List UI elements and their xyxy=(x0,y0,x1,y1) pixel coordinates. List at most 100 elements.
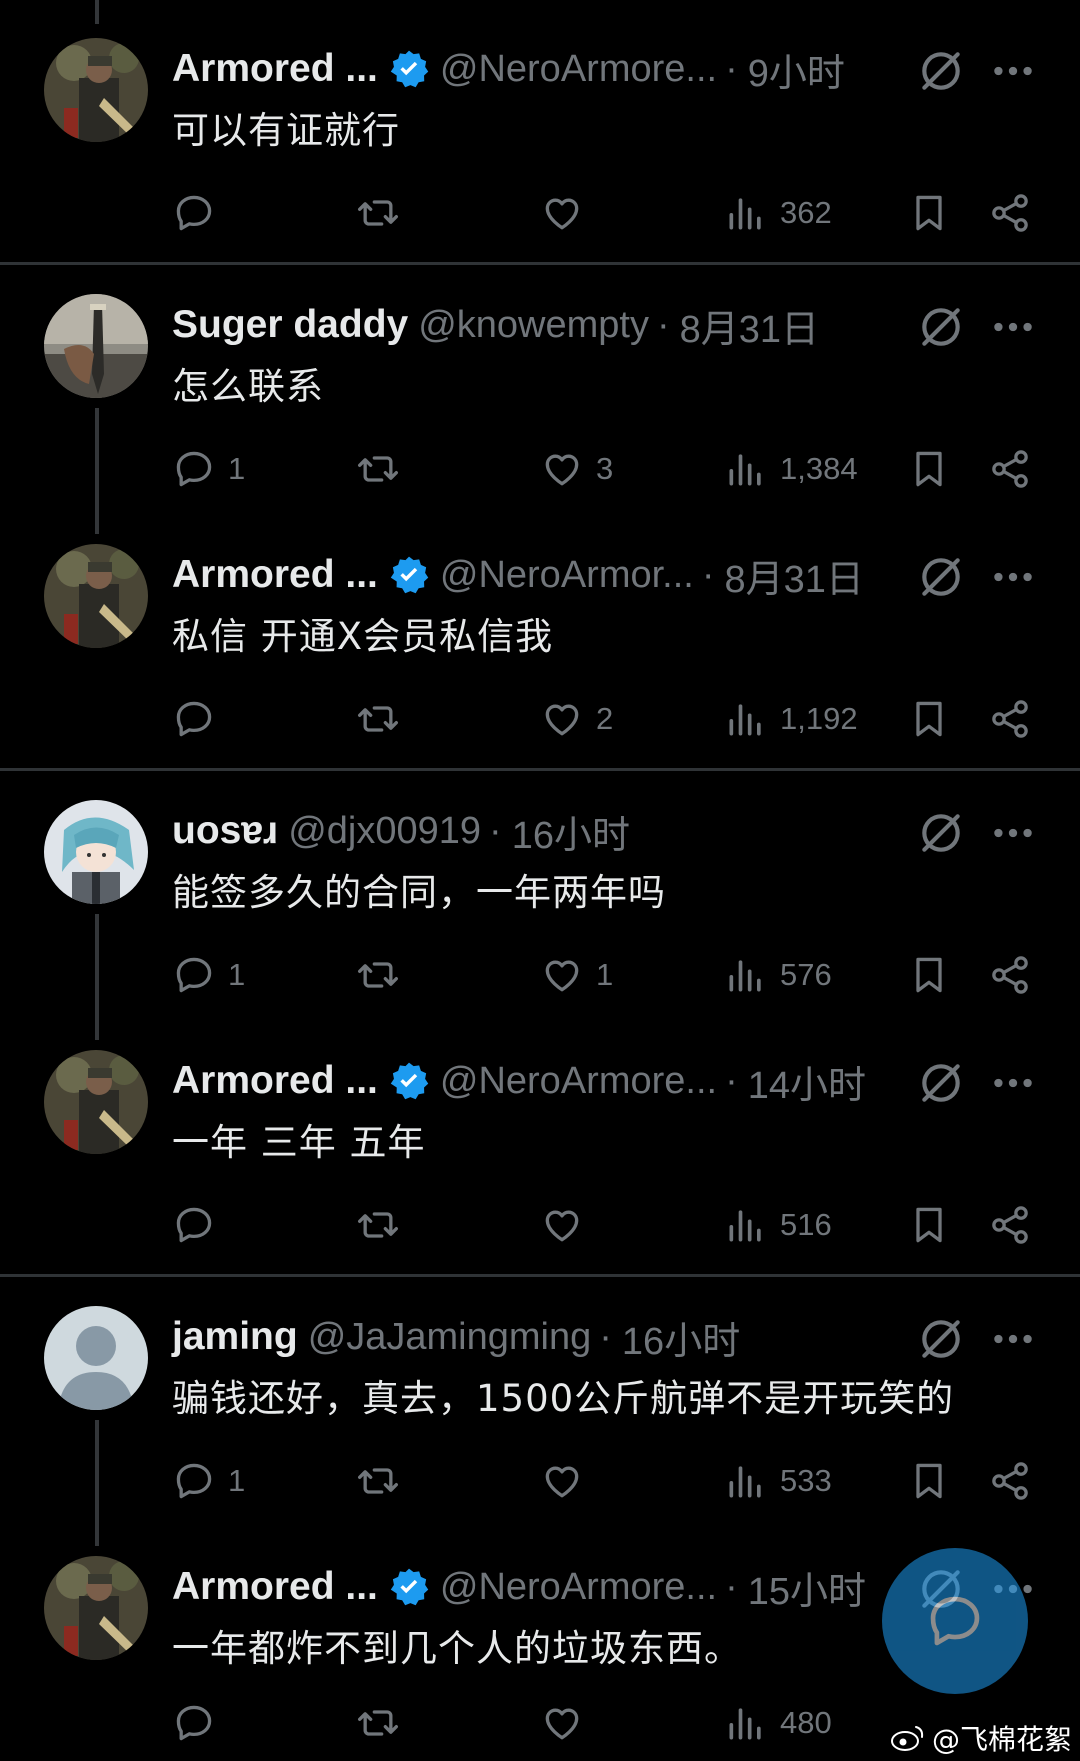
retweet-button[interactable] xyxy=(356,188,412,238)
reply-button[interactable] xyxy=(172,694,228,744)
view-count: 516 xyxy=(780,1207,832,1242)
like-button[interactable]: 2 xyxy=(540,694,613,744)
like-button[interactable] xyxy=(540,1456,596,1506)
retweet-button[interactable] xyxy=(356,694,412,744)
handle[interactable]: @NeroArmore... xyxy=(440,1566,717,1609)
avatar[interactable] xyxy=(44,1556,148,1660)
grok-icon[interactable] xyxy=(916,302,966,352)
bookmark-button[interactable] xyxy=(907,444,963,494)
heart-icon xyxy=(545,1708,579,1740)
view-count: 1,192 xyxy=(780,701,858,736)
bookmark-icon xyxy=(916,701,942,737)
bookmark-button[interactable] xyxy=(907,1456,963,1506)
tweet-text: 一年 三年 五年 xyxy=(172,1121,426,1164)
views-button[interactable]: 480 xyxy=(724,1698,832,1748)
retweet-button[interactable] xyxy=(356,1698,412,1748)
grok-icon[interactable] xyxy=(916,46,966,96)
tweet-text: 怎么联系 xyxy=(172,365,324,408)
more-options-icon[interactable] xyxy=(988,46,1038,96)
views-button[interactable]: 1,384 xyxy=(724,444,858,494)
display-name[interactable]: Armored ... xyxy=(172,1059,378,1103)
timestamp[interactable]: 9小时 xyxy=(748,42,845,97)
bookmark-button[interactable] xyxy=(907,950,963,1000)
like-button[interactable]: 3 xyxy=(540,444,613,494)
like-button[interactable] xyxy=(540,1200,596,1250)
reply-button[interactable] xyxy=(172,188,228,238)
display-name[interactable]: Armored ... xyxy=(172,553,378,597)
handle[interactable]: @djx00919 xyxy=(288,810,481,853)
views-button[interactable]: 516 xyxy=(724,1200,832,1250)
share-button[interactable] xyxy=(988,444,1044,494)
display-name[interactable]: jaming xyxy=(172,1315,298,1359)
avatar[interactable] xyxy=(44,1306,148,1410)
like-button[interactable] xyxy=(540,1698,596,1748)
tweet[interactable]: Armored ... @NeroArmore... · 9小时 可以有证就行 xyxy=(0,38,1080,248)
timestamp[interactable]: 8月31日 xyxy=(680,298,819,353)
grok-icon[interactable] xyxy=(916,1314,966,1364)
reply-button[interactable]: 1 xyxy=(172,1456,245,1506)
views-button[interactable]: 362 xyxy=(724,188,832,238)
handle[interactable]: @knowempty xyxy=(418,304,649,347)
reply-button[interactable] xyxy=(172,1698,228,1748)
tweet-header: Armored ... @NeroArmore... · 14小时 xyxy=(172,1054,866,1109)
views-button[interactable]: 1,192 xyxy=(724,694,858,744)
reply-button[interactable] xyxy=(172,1200,228,1250)
share-button[interactable] xyxy=(988,1456,1044,1506)
like-button[interactable]: 1 xyxy=(540,950,613,1000)
bookmark-button[interactable] xyxy=(907,1200,963,1250)
more-options-icon[interactable] xyxy=(988,808,1038,858)
avatar[interactable] xyxy=(44,1050,148,1154)
timestamp[interactable]: 16小时 xyxy=(512,804,630,859)
reply-button[interactable]: 1 xyxy=(172,950,245,1000)
tweet-actions: 2 1,192 xyxy=(0,694,1080,744)
retweet-button[interactable] xyxy=(356,1200,412,1250)
retweet-button[interactable] xyxy=(356,950,412,1000)
reply-button[interactable]: 1 xyxy=(172,444,245,494)
more-options-icon[interactable] xyxy=(988,302,1038,352)
timestamp[interactable]: 16小时 xyxy=(622,1310,740,1365)
share-button[interactable] xyxy=(988,1200,1044,1250)
tweet[interactable]: jaming @JaJamingming · 16小时 骗钱还好，真去，1500… xyxy=(0,1306,1080,1516)
tweet[interactable]: Armored ... @NeroArmor... · 8月31日 私信 开通X… xyxy=(0,544,1080,754)
timestamp[interactable]: 15小时 xyxy=(748,1560,866,1615)
grok-icon[interactable] xyxy=(916,1058,966,1108)
avatar[interactable] xyxy=(44,544,148,648)
tweet[interactable]: Armored ... @NeroArmore... · 14小时 一年 三年 … xyxy=(0,1050,1080,1260)
soldier-avatar-image xyxy=(44,1556,148,1660)
share-button[interactable] xyxy=(988,188,1044,238)
display-name[interactable]: uosɐɹ xyxy=(172,809,278,853)
share-button[interactable] xyxy=(988,694,1044,744)
avatar[interactable] xyxy=(44,38,148,142)
handle[interactable]: @NeroArmor... xyxy=(440,554,694,597)
retweet-button[interactable] xyxy=(356,444,412,494)
handle[interactable]: @NeroArmore... xyxy=(440,48,717,91)
more-options-icon[interactable] xyxy=(988,552,1038,602)
handle[interactable]: @JaJamingming xyxy=(308,1316,592,1359)
handle[interactable]: @NeroArmore... xyxy=(440,1060,717,1103)
avatar[interactable] xyxy=(44,800,148,904)
more-options-icon[interactable] xyxy=(988,1314,1038,1364)
bookmark-button[interactable] xyxy=(907,694,963,744)
like-button[interactable] xyxy=(540,188,596,238)
grok-icon[interactable] xyxy=(916,808,966,858)
timestamp[interactable]: 8月31日 xyxy=(725,548,864,603)
bookmark-button[interactable] xyxy=(907,188,963,238)
views-button[interactable]: 576 xyxy=(724,950,832,1000)
more-options-icon[interactable] xyxy=(988,1058,1038,1108)
timestamp[interactable]: 14小时 xyxy=(748,1054,866,1109)
like-count: 2 xyxy=(596,701,614,736)
compose-reply-button[interactable] xyxy=(882,1548,1028,1694)
display-name[interactable]: Armored ... xyxy=(172,1565,378,1609)
views-button[interactable]: 533 xyxy=(724,1456,832,1506)
avatar[interactable] xyxy=(44,294,148,398)
display-name[interactable]: Suger daddy xyxy=(172,303,408,347)
tweet[interactable]: uosɐɹ @djx00919 · 16小时 能签多久的合同，一年两年吗 1 1 xyxy=(0,800,1080,1010)
display-name[interactable]: Armored ... xyxy=(172,47,378,91)
tweet[interactable]: Suger daddy @knowempty · 8月31日 怎么联系 1 3 xyxy=(0,294,1080,504)
verified-badge-icon xyxy=(390,1062,429,1100)
grok-icon[interactable] xyxy=(916,552,966,602)
retweet-button[interactable] xyxy=(356,1456,412,1506)
share-button[interactable] xyxy=(988,950,1044,1000)
tweet-header: Suger daddy @knowempty · 8月31日 xyxy=(172,298,819,353)
bookmark-icon xyxy=(916,451,942,487)
